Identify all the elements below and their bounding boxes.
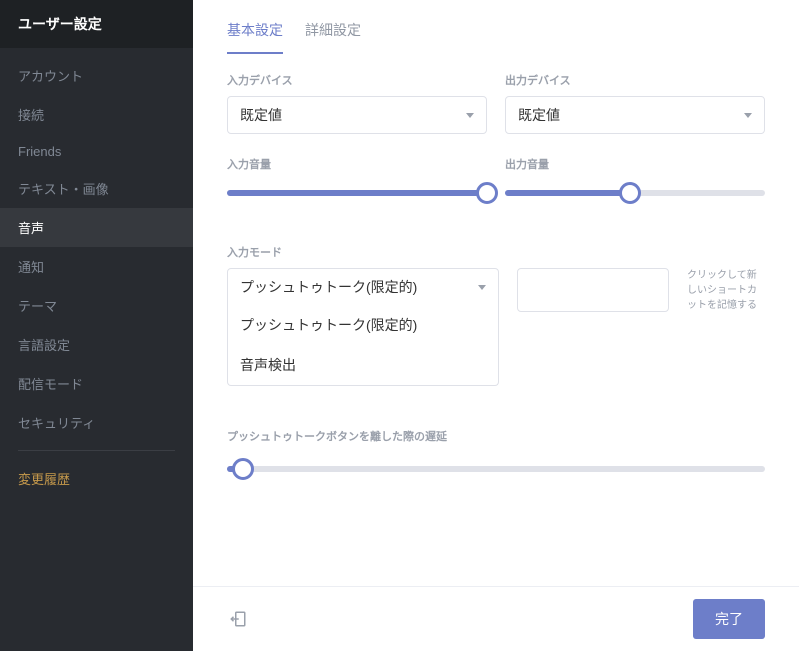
release-delay-slider[interactable] bbox=[227, 458, 765, 480]
tab-advanced[interactable]: 詳細設定 bbox=[305, 20, 361, 54]
input-device-field: 入力デバイス 既定値 bbox=[227, 72, 487, 134]
slider-fill bbox=[227, 190, 487, 196]
input-mode-value: プッシュトゥトーク(限定的) bbox=[240, 277, 478, 297]
sidebar-item-voice[interactable]: 音声 bbox=[0, 208, 193, 247]
settings-main: 基本設定 詳細設定 入力デバイス 既定値 出力デバイス 既定値 bbox=[193, 0, 799, 651]
release-delay-label: プッシュトゥトークボタンを離した際の遅延 bbox=[227, 428, 765, 444]
sidebar-item-friends[interactable]: Friends bbox=[0, 134, 193, 169]
device-row: 入力デバイス 既定値 出力デバイス 既定値 bbox=[227, 72, 765, 134]
input-volume-label: 入力音量 bbox=[227, 156, 487, 172]
output-volume-slider[interactable] bbox=[505, 182, 765, 204]
chevron-down-icon bbox=[744, 113, 752, 118]
sidebar-items: アカウント 接続 Friends テキスト・画像 音声 通知 テーマ 言語設定 … bbox=[0, 48, 193, 651]
settings-tabs: 基本設定 詳細設定 bbox=[193, 0, 799, 54]
done-button[interactable]: 完了 bbox=[693, 599, 765, 639]
slider-track bbox=[227, 466, 765, 472]
chevron-down-icon bbox=[478, 285, 486, 290]
sidebar-item-text-images[interactable]: テキスト・画像 bbox=[0, 169, 193, 208]
release-delay-section: プッシュトゥトークボタンを離した際の遅延 bbox=[227, 428, 765, 480]
output-volume-label: 出力音量 bbox=[505, 156, 765, 172]
chevron-down-icon bbox=[466, 113, 474, 118]
slider-thumb[interactable] bbox=[619, 182, 641, 204]
input-mode-section: 入力モード プッシュトゥトーク(限定的) プッシュトゥトーク(限定的) 音声検出 bbox=[227, 244, 765, 313]
sidebar-header: ユーザー設定 bbox=[0, 0, 193, 48]
output-device-dropdown[interactable]: 既定値 bbox=[505, 96, 765, 134]
output-device-field: 出力デバイス 既定値 bbox=[505, 72, 765, 134]
settings-window: ユーザー設定 アカウント 接続 Friends テキスト・画像 音声 通知 テー… bbox=[0, 0, 799, 651]
input-mode-option-voice-activity[interactable]: 音声検出 bbox=[228, 345, 498, 385]
output-volume-field: 出力音量 bbox=[505, 156, 765, 204]
slider-thumb[interactable] bbox=[476, 182, 498, 204]
sidebar-divider bbox=[18, 450, 175, 451]
input-device-label: 入力デバイス bbox=[227, 72, 487, 88]
back-button[interactable] bbox=[227, 608, 249, 630]
sidebar-item-notifications[interactable]: 通知 bbox=[0, 247, 193, 286]
input-mode-option-ptt[interactable]: プッシュトゥトーク(限定的) bbox=[228, 305, 498, 345]
input-volume-field: 入力音量 bbox=[227, 156, 487, 204]
settings-sidebar: ユーザー設定 アカウント 接続 Friends テキスト・画像 音声 通知 テー… bbox=[0, 0, 193, 651]
exit-icon bbox=[229, 610, 247, 628]
ptt-shortcut-hint: クリックして新しいショートカットを記憶する bbox=[687, 268, 765, 313]
slider-fill bbox=[505, 190, 630, 196]
settings-footer: 完了 bbox=[193, 586, 799, 651]
tab-basic[interactable]: 基本設定 bbox=[227, 20, 283, 54]
sidebar-item-streamer-mode[interactable]: 配信モード bbox=[0, 364, 193, 403]
input-mode-dropdown[interactable]: プッシュトゥトーク(限定的) プッシュトゥトーク(限定的) 音声検出 bbox=[227, 268, 499, 306]
ptt-shortcut-input[interactable] bbox=[517, 268, 669, 312]
sidebar-item-account[interactable]: アカウント bbox=[0, 56, 193, 95]
sidebar-item-changelog[interactable]: 変更履歴 bbox=[0, 459, 193, 498]
input-mode-label: 入力モード bbox=[227, 244, 765, 260]
input-device-dropdown[interactable]: 既定値 bbox=[227, 96, 487, 134]
output-device-label: 出力デバイス bbox=[505, 72, 765, 88]
sidebar-item-connections[interactable]: 接続 bbox=[0, 95, 193, 134]
sidebar-item-language[interactable]: 言語設定 bbox=[0, 325, 193, 364]
slider-thumb[interactable] bbox=[232, 458, 254, 480]
input-mode-dropdown-menu: プッシュトゥトーク(限定的) 音声検出 bbox=[227, 305, 499, 386]
input-mode-field: プッシュトゥトーク(限定的) プッシュトゥトーク(限定的) 音声検出 bbox=[227, 268, 499, 306]
sidebar-item-theme[interactable]: テーマ bbox=[0, 286, 193, 325]
input-device-value: 既定値 bbox=[240, 105, 466, 125]
output-device-value: 既定値 bbox=[518, 105, 744, 125]
sidebar-item-security[interactable]: セキュリティ bbox=[0, 403, 193, 442]
input-mode-row: プッシュトゥトーク(限定的) プッシュトゥトーク(限定的) 音声検出 クリックし… bbox=[227, 268, 765, 313]
input-volume-slider[interactable] bbox=[227, 182, 487, 204]
settings-content: 入力デバイス 既定値 出力デバイス 既定値 入力音量 bbox=[193, 54, 799, 586]
volume-row: 入力音量 出力音量 bbox=[227, 156, 765, 204]
